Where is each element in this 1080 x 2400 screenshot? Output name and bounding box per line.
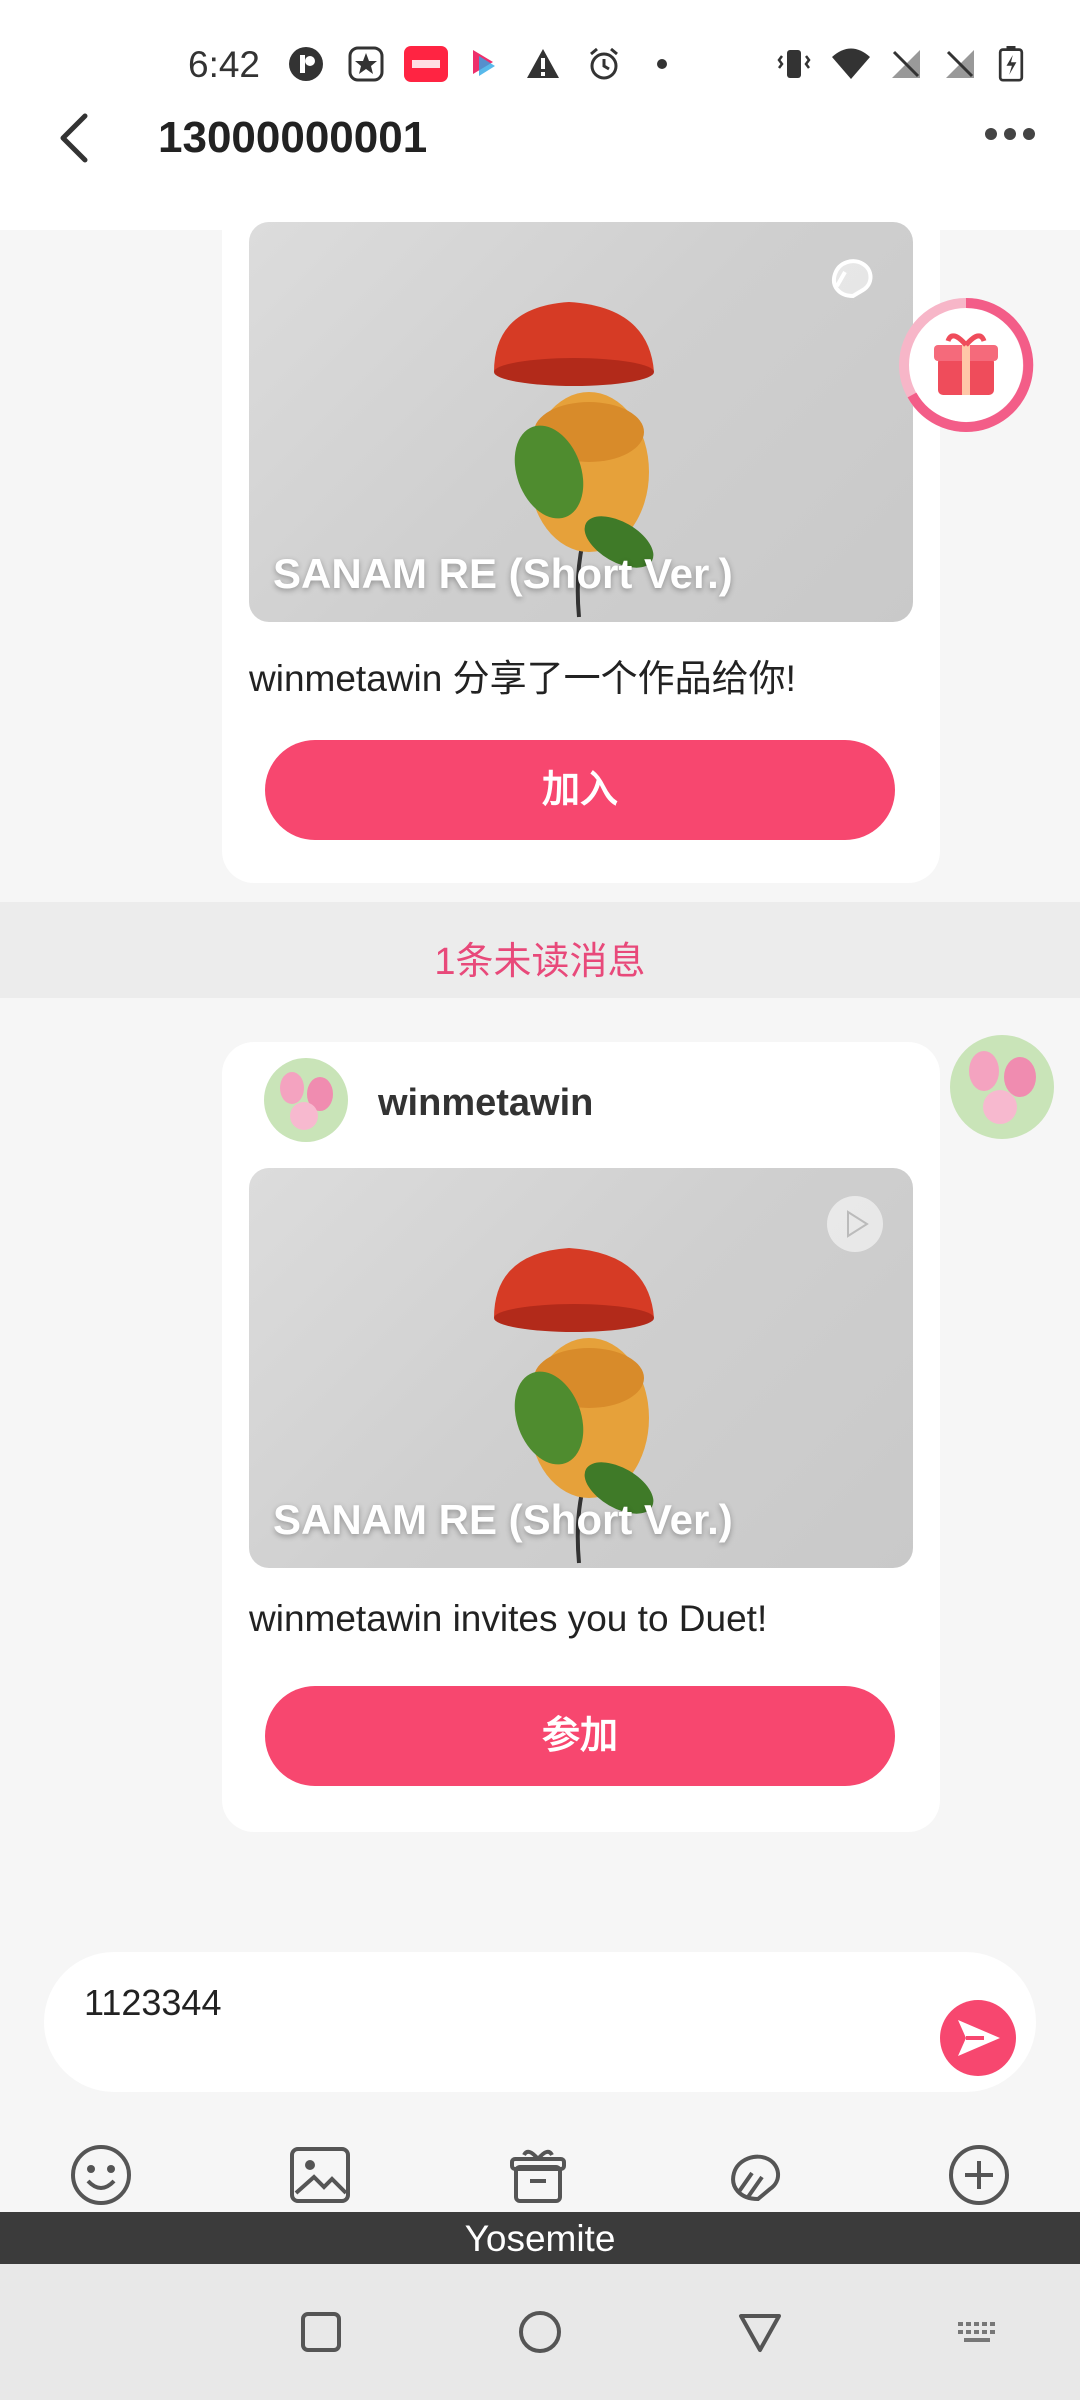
wifi-icon [832, 48, 870, 79]
vibrate-icon [777, 50, 811, 78]
back-nav-icon[interactable] [736, 2308, 784, 2356]
more-options-icon[interactable] [983, 124, 1037, 144]
message-input[interactable]: 1123344 [84, 1982, 221, 2024]
share-message-text: winmetawin 分享了一个作品给你! [249, 658, 796, 699]
dot-icon [657, 59, 667, 69]
add-icon[interactable] [947, 2143, 1011, 2207]
star-app-icon [348, 46, 384, 82]
gift-box-icon[interactable] [506, 2143, 570, 2207]
sender-name: winmetawin [378, 1082, 594, 1124]
chat-partner-avatar[interactable] [950, 1035, 1054, 1139]
warning-icon [527, 49, 559, 78]
duet-icon [832, 259, 873, 299]
duet-invite-text: winmetawin invites you to Duet! [249, 1598, 768, 1639]
alarm-icon [590, 47, 618, 80]
page-title: 13000000001 [158, 113, 428, 162]
video-thumbnail[interactable]: SANAM RE (Short Ver.) [249, 222, 913, 622]
app-icon [289, 47, 323, 81]
video-thumbnail[interactable]: SANAM RE (Short Ver.) [249, 1168, 913, 1568]
signal-off-icon [892, 50, 920, 78]
unread-divider-text: 1条未读消息 [434, 941, 646, 983]
keyboard-label: Yosemite [464, 2218, 616, 2259]
xiaohongshu-icon [404, 46, 448, 82]
sender-avatar[interactable] [264, 1058, 348, 1142]
send-button[interactable] [940, 2000, 1016, 2076]
participate-button[interactable]: 参加 [265, 1686, 895, 1786]
duet-icon[interactable] [724, 2143, 788, 2207]
play-icon [827, 1196, 883, 1252]
join-button[interactable]: 加入 [265, 740, 895, 840]
video-title: SANAM RE (Short Ver.) [273, 550, 733, 597]
back-icon[interactable] [55, 112, 95, 164]
gift-floating-button[interactable] [896, 295, 1036, 435]
status-time: 6:42 [188, 44, 261, 85]
emoji-icon[interactable] [69, 2143, 133, 2207]
recents-icon[interactable] [297, 2308, 345, 2356]
battery-icon [998, 46, 1024, 82]
image-icon[interactable] [288, 2143, 352, 2207]
home-icon[interactable] [516, 2308, 564, 2356]
video-title: SANAM RE (Short Ver.) [273, 1496, 733, 1543]
video-app-icon [473, 50, 495, 76]
signal-off-icon [946, 50, 974, 78]
keyboard-icon[interactable] [954, 2308, 1002, 2356]
